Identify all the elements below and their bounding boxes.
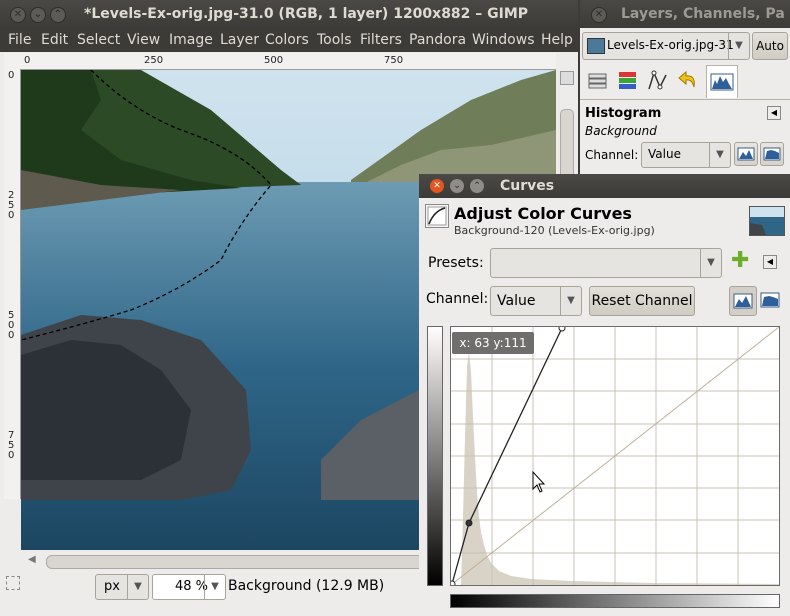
menubar: File Edit Select View Image Layer Colors… — [0, 28, 578, 52]
navigate-icon[interactable] — [560, 71, 574, 85]
image-thumbnail-icon — [587, 38, 605, 54]
vertical-ruler[interactable]: 0 2 5 0 5 0 0 7 5 0 — [4, 69, 21, 499]
dock-channel-value: Value — [648, 147, 681, 161]
layer-info: Background (12.9 MB) — [228, 578, 385, 594]
presets-select[interactable]: ▼ — [490, 248, 722, 278]
maximize-icon[interactable]: ⌃ — [470, 179, 484, 193]
curves-channel-label: Channel: — [426, 291, 489, 307]
menu-view[interactable]: View — [127, 32, 160, 48]
linear-histogram-icon[interactable] — [734, 142, 758, 166]
unit-value: px — [104, 579, 120, 594]
dock-titlebar[interactable]: ✕ Layers, Channels, Pa — [580, 0, 790, 28]
ruler-label: 500 — [264, 55, 284, 66]
ruler-label: 7 5 0 — [8, 430, 15, 461]
add-preset-icon[interactable]: ✚ — [731, 250, 749, 272]
linear-histogram-icon[interactable] — [729, 286, 757, 316]
scroll-left-icon[interactable]: ◀ — [28, 554, 36, 565]
layers-icon[interactable] — [586, 69, 610, 93]
preset-menu-icon[interactable]: ◀ — [763, 255, 777, 269]
menu-pandora[interactable]: Pandora — [409, 32, 466, 48]
chevron-down-icon: ▼ — [204, 575, 225, 599]
curves-subheading: Background-120 (Levels-Ex-orig.jpg) — [454, 224, 655, 237]
chevron-down-icon: ▼ — [709, 143, 730, 167]
close-icon[interactable]: ✕ — [430, 179, 444, 193]
horizontal-scroll-thumb[interactable] — [46, 555, 438, 569]
image-preview-thumbnail — [749, 206, 785, 236]
ruler-label: 0 — [24, 55, 31, 66]
image-window-titlebar[interactable]: ✕ ⌄ ⌃ *Levels-Ex-orig.jpg-31.0 (RGB, 1 l… — [0, 0, 578, 28]
curves-channel-select[interactable]: Value ▼ — [490, 286, 582, 316]
chevron-down-icon: ▼ — [700, 249, 721, 277]
dock-tabs — [580, 63, 790, 100]
histogram-layer: Background — [585, 124, 657, 138]
curve-editor[interactable] — [450, 326, 780, 586]
histogram-heading: Histogram — [585, 106, 662, 121]
image-selector-value: Levels-Ex-orig.jpg-31 — [607, 38, 734, 52]
menu-filters[interactable]: Filters — [360, 32, 402, 48]
log-histogram-icon[interactable] — [760, 142, 784, 166]
presets-label: Presets: — [428, 255, 484, 271]
menu-file[interactable]: File — [8, 32, 31, 48]
curve-graph — [451, 327, 779, 585]
reset-channel-button[interactable]: Reset Channel — [589, 286, 695, 316]
ruler-label: 750 — [384, 55, 404, 66]
menu-tools[interactable]: Tools — [317, 32, 352, 48]
maximize-icon[interactable]: ⌃ — [50, 7, 66, 23]
minimize-icon[interactable]: ⌄ — [30, 7, 46, 23]
ruler-label: 250 — [144, 55, 164, 66]
curves-title: Curves — [500, 178, 555, 194]
auto-button[interactable]: Auto — [752, 32, 788, 60]
input-gradient-bar — [450, 594, 780, 608]
undo-icon[interactable] — [676, 69, 700, 93]
cursor-coordinates: x: 63 y:111 — [452, 332, 534, 354]
close-icon[interactable]: ✕ — [10, 7, 26, 23]
paths-icon[interactable] — [646, 69, 670, 93]
chevron-down-icon: ▼ — [560, 287, 581, 315]
channel-label: Channel: — [585, 148, 639, 162]
quick-mask-icon[interactable] — [6, 576, 20, 590]
menu-windows[interactable]: Windows — [472, 32, 535, 48]
menu-select[interactable]: Select — [77, 32, 120, 48]
ruler-label: 2 5 0 — [8, 190, 15, 221]
canvas-sky-region — [419, 70, 556, 180]
ruler-corner[interactable] — [4, 53, 20, 69]
tab-menu-icon[interactable]: ◀ — [767, 106, 781, 120]
ruler-label: 0 — [8, 70, 15, 81]
histogram-icon[interactable] — [706, 65, 738, 98]
log-histogram-icon[interactable] — [758, 288, 782, 312]
dock-channel-select[interactable]: Value ▼ — [641, 142, 731, 168]
dock-title: Layers, Channels, Pa — [621, 6, 785, 22]
channels-icon[interactable] — [616, 69, 640, 93]
curves-titlebar[interactable]: ✕ ⌄ ⌃ Curves — [419, 174, 790, 198]
chevron-down-icon: ▼ — [728, 33, 749, 59]
output-gradient-bar — [427, 326, 443, 586]
menu-edit[interactable]: Edit — [41, 32, 68, 48]
menu-layer[interactable]: Layer — [220, 32, 259, 48]
curves-channel-value: Value — [497, 293, 536, 309]
ruler-label: 5 0 0 — [8, 310, 15, 341]
curves-tool-icon — [425, 204, 449, 228]
menu-help[interactable]: Help — [541, 32, 573, 48]
window-title: *Levels-Ex-orig.jpg-31.0 (RGB, 1 layer) … — [84, 6, 529, 22]
menu-image[interactable]: Image — [169, 32, 213, 48]
curves-heading: Adjust Color Curves — [454, 204, 632, 223]
close-icon[interactable]: ✕ — [591, 7, 607, 23]
unit-select[interactable]: px ▼ — [95, 574, 149, 600]
menu-colors[interactable]: Colors — [265, 32, 309, 48]
chevron-down-icon: ▼ — [127, 575, 148, 599]
zoom-select[interactable]: 48 % ▼ — [152, 574, 226, 600]
image-selector[interactable]: Levels-Ex-orig.jpg-31 ▼ — [582, 32, 750, 60]
horizontal-ruler[interactable]: 0 250 500 750 — [20, 53, 556, 70]
minimize-icon[interactable]: ⌄ — [450, 179, 464, 193]
